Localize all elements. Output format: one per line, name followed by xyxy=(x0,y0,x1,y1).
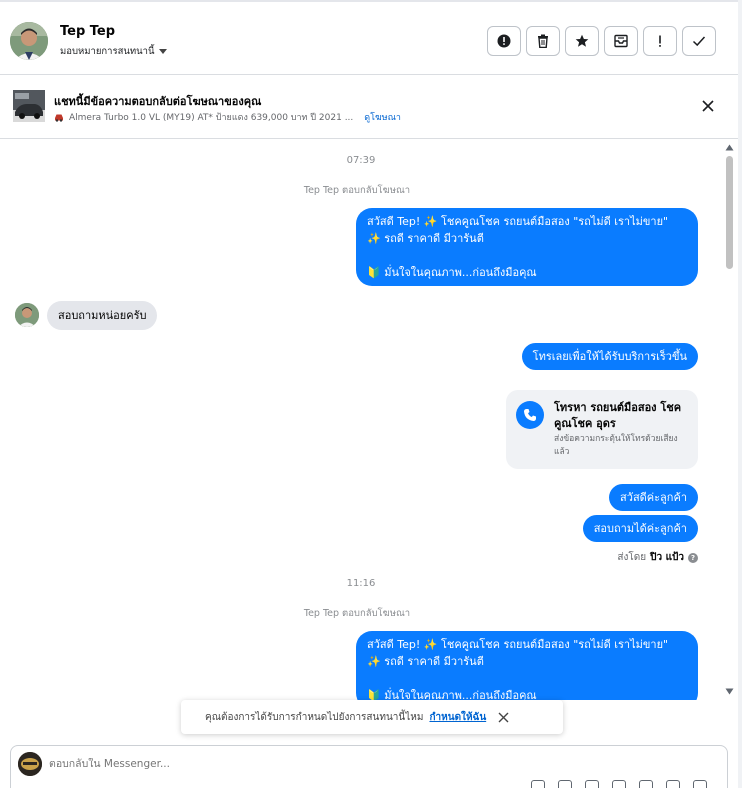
contact-name[interactable]: Tep Tep xyxy=(60,24,115,39)
car-icon xyxy=(55,114,63,122)
thread-scrollbar[interactable] xyxy=(722,140,736,700)
spam-icon xyxy=(497,34,511,48)
delete-button[interactable] xyxy=(526,26,560,56)
mark-done-button[interactable] xyxy=(682,26,716,56)
message-bubble-outgoing[interactable]: สวัสดี Tep! ✨ โชคคูณโชค รถยนต์มือสอง "รถ… xyxy=(356,631,698,700)
help-icon[interactable]: ? xyxy=(688,552,698,563)
message-line: 🔰 มั่นใจในคุณภาพ...ก่อนถึงมือคุณ xyxy=(367,689,537,700)
conversation-header: Tep Tep มอบหมายการสนทนานี้ xyxy=(0,0,742,75)
caret-down-icon xyxy=(158,49,167,54)
message-bubble-incoming[interactable]: สอบถามหน่อยครับ xyxy=(47,301,158,330)
assign-prompt-text: คุณต้องการได้รับการกำหนดไปยังการสนทนานี้… xyxy=(205,711,424,723)
ad-reply-note: Tep Tep ตอบกลับโฆษณา xyxy=(303,185,411,196)
timestamp: 07:39 xyxy=(346,155,376,166)
message-bubble-outgoing[interactable]: สวัสดี Tep! ✨ โชคคูณโชค รถยนต์มือสอง "รถ… xyxy=(356,208,698,286)
message-line: สวัสดี Tep! ✨ โชคคูณโชค รถยนต์มือสอง "รถ… xyxy=(367,638,669,651)
assign-to-me-link[interactable]: กำหนดให้ฉัน xyxy=(429,710,486,725)
ad-banner-subtitle-row: Almera Turbo 1.0 VL (MY19) AT* ป้ายแดง 6… xyxy=(54,110,401,124)
mark-spam-button[interactable] xyxy=(487,26,521,56)
assign-label: มอบหมายการสนทนานี้ xyxy=(60,46,155,57)
sender-avatar xyxy=(15,303,39,327)
close-icon[interactable] xyxy=(498,712,509,723)
image-icon[interactable] xyxy=(612,780,626,788)
check-icon xyxy=(692,36,706,47)
view-ad-link[interactable]: ดูโฆษณา xyxy=(364,110,401,124)
sent-by-name: ปิว แป้ว xyxy=(650,552,684,563)
archive-button[interactable] xyxy=(604,26,638,56)
message-bubble-outgoing[interactable]: สอบถามได้ค่ะลูกค้า xyxy=(582,515,698,542)
gif-icon[interactable] xyxy=(639,780,653,788)
star-button[interactable] xyxy=(565,26,599,56)
important-icon xyxy=(659,35,661,47)
message-thread: 07:39 Tep Tep ตอบกลับโฆษณา สวัสดี Tep! ✨… xyxy=(0,140,722,700)
call-card-title: โทรหา รถยนต์มือสอง โชคคูณโชค อุดร xyxy=(554,401,682,430)
reply-input[interactable] xyxy=(49,758,449,770)
header-actions xyxy=(487,26,716,56)
window-edge xyxy=(738,0,742,788)
message-line: ✨ รถดี ราคาดี มีวารันตี xyxy=(367,232,484,245)
composer-toolbar xyxy=(531,780,707,788)
assign-conversation-dropdown[interactable]: มอบหมายการสนทนานี้ xyxy=(60,44,167,59)
archive-icon xyxy=(614,34,628,48)
contact-avatar[interactable] xyxy=(10,22,48,60)
call-card-subtitle: ส่งข้อความกระตุ้นให้โทรด้วยเสียงแล้ว xyxy=(554,434,678,457)
assign-prompt-toast: คุณต้องการได้รับการกำหนดไปยังการสนทนานี้… xyxy=(181,700,563,734)
phone-icon xyxy=(516,401,544,429)
sent-by-label: ส่งโดย ปิว แป้ว ? xyxy=(617,550,698,565)
more-icon[interactable] xyxy=(693,780,707,788)
mark-important-button[interactable] xyxy=(643,26,677,56)
ad-reply-banner: แชทนี้มีข้อความตอบกลับต่อโฆษณาของคุณ Alm… xyxy=(0,75,742,139)
emoji-icon[interactable] xyxy=(558,780,572,788)
ad-thumbnail[interactable] xyxy=(13,90,45,122)
timestamp: 11:16 xyxy=(346,578,376,589)
page-avatar xyxy=(18,752,42,776)
close-icon[interactable] xyxy=(700,98,716,114)
ad-description: Almera Turbo 1.0 VL (MY19) AT* ป้ายแดง 6… xyxy=(69,113,354,123)
message-line: สวัสดี Tep! ✨ โชคคูณโชค รถยนต์มือสอง "รถ… xyxy=(367,215,669,228)
message-line: ✨ รถดี ราคาดี มีวารันตี xyxy=(367,655,484,668)
message-bubble-outgoing[interactable]: โทรเลยเพื่อให้ได้รับบริการเร็วขึ้น xyxy=(521,343,698,370)
ad-banner-title: แชทนี้มีข้อความตอบกลับต่อโฆษณาของคุณ xyxy=(54,95,262,108)
scrollbar-thumb[interactable] xyxy=(726,156,733,269)
scroll-up-arrow-icon[interactable] xyxy=(725,144,734,151)
attachment-icon[interactable] xyxy=(531,780,545,788)
saved-reply-icon[interactable] xyxy=(585,780,599,788)
star-icon xyxy=(575,34,589,47)
reply-composer xyxy=(10,745,728,788)
ad-reply-note: Tep Tep ตอบกลับโฆษณา xyxy=(303,608,411,619)
sent-by-prefix: ส่งโดย xyxy=(617,552,647,563)
trash-icon xyxy=(538,34,548,48)
call-prompt-card[interactable]: โทรหา รถยนต์มือสอง โชคคูณโชค อุดร ส่งข้อ… xyxy=(506,390,698,469)
scroll-down-arrow-icon[interactable] xyxy=(725,688,734,695)
message-line: 🔰 มั่นใจในคุณภาพ...ก่อนถึงมือคุณ xyxy=(367,266,537,279)
message-bubble-outgoing[interactable]: สวัสดีค่ะลูกค้า xyxy=(609,484,698,511)
like-icon[interactable] xyxy=(666,780,680,788)
